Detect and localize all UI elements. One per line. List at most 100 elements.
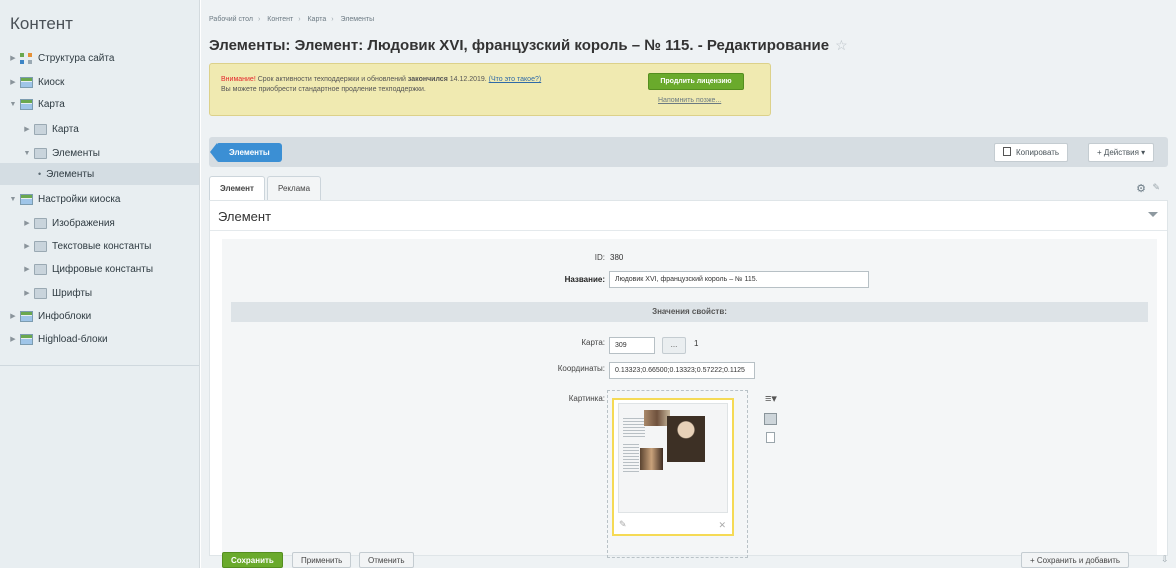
expand-arrow-icon[interactable]: ▶ [22, 289, 32, 297]
remove-x-icon[interactable]: ✕ [718, 520, 726, 531]
collapse-toggle-icon[interactable] [1148, 212, 1158, 217]
sidebar-title: Контент [10, 14, 73, 33]
image-icon[interactable] [764, 413, 777, 425]
sidebar-item-kiosk-settings[interactable]: ▼ Настройки киоска [0, 188, 199, 210]
name-label-text: Название: [564, 275, 605, 284]
expand-arrow-icon[interactable]: ▶ [22, 125, 32, 133]
tab-element[interactable]: Элемент [209, 176, 265, 200]
thumb-portrait [667, 416, 705, 462]
sidebar-item-images[interactable]: ▶ Изображения [0, 212, 199, 234]
remind-later-link[interactable]: Напомнить позже... [658, 97, 721, 104]
folder-icon [34, 147, 47, 159]
name-input[interactable]: Людовик XVI, французский король – № 115. [609, 271, 869, 288]
sidebar-item-kiosk[interactable]: ▶ Киоск [0, 71, 199, 93]
sidebar-item-label: Highload-блоки [38, 333, 108, 345]
extend-license-button[interactable]: Продлить лицензию [648, 73, 744, 90]
properties-header: Значения свойств: [231, 302, 1148, 322]
collapse-arrow-icon[interactable]: ▼ [8, 101, 18, 108]
coords-input[interactable]: 0.13323;0.66500;0.13323;0.57222;0.1125 [609, 362, 755, 379]
map-input[interactable]: 309 [609, 337, 655, 354]
picture-dropzone[interactable]: ✎ ✕ [607, 390, 748, 558]
sidebar-item-label: Киоск [38, 76, 65, 88]
sidebar-item-elements[interactable]: ▼ Элементы [0, 142, 199, 164]
copy-button[interactable]: Копировать [994, 143, 1069, 162]
actions-button[interactable]: + Действия ▾ [1088, 143, 1155, 162]
expand-arrow-icon[interactable]: ▶ [22, 242, 32, 250]
sidebar-item-label: Структура сайта [38, 52, 115, 64]
pin-icon[interactable]: ⇩ [1161, 554, 1169, 565]
save-and-add-button[interactable]: + Сохранить и добавить [1021, 552, 1130, 568]
sidebar-item-numeric-constants[interactable]: ▶ Цифровые константы [0, 258, 199, 280]
sidebar-item-label: Карта [52, 123, 79, 135]
notice-warning: Внимание! [221, 76, 256, 83]
sidebar-item-label: Цифровые константы [52, 263, 154, 275]
elements-back-button[interactable]: Элементы [210, 143, 282, 162]
id-value: 380 [610, 253, 624, 262]
page-title-text: Элементы: Элемент: Людовик XVI, французс… [209, 37, 830, 54]
pin-icon[interactable]: ✎ [1152, 182, 1160, 193]
main-content: Рабочий стол › Контент › Карта › Элементы Э… [201, 0, 1176, 568]
tab-advertising[interactable]: Реклама [267, 176, 322, 200]
notice-date: 14.12.2019. [447, 76, 489, 83]
sidebar-item-label: Изображения [52, 217, 115, 229]
infoblock-icon [20, 310, 33, 322]
save-button[interactable]: Сохранить [222, 552, 283, 568]
sidebar-item-map[interactable]: ▼ Карта [0, 93, 199, 115]
apply-button[interactable]: Применить [292, 552, 352, 568]
expand-arrow-icon[interactable]: ▶ [8, 78, 18, 86]
expand-arrow-icon[interactable]: ▶ [8, 312, 18, 320]
element-card: Элемент ID: 380 Название: Людовик XVI, ф… [209, 200, 1168, 558]
picture-preview[interactable]: ✎ ✕ [612, 398, 734, 536]
sidebar-item-fonts[interactable]: ▶ Шрифты [0, 282, 199, 304]
sidebar-item-label: Элементы [46, 168, 95, 180]
breadcrumb-item[interactable]: Контент [267, 16, 293, 23]
expand-arrow-icon[interactable]: ▶ [8, 54, 18, 62]
sidebar-item-label: Текстовые константы [52, 240, 152, 252]
picture-label: Картинка: [568, 394, 605, 403]
folder-icon [34, 287, 47, 299]
breadcrumb-item[interactable]: Карта [307, 16, 326, 23]
name-label: Название: [405, 275, 605, 284]
map-browse-button[interactable]: ... [662, 337, 686, 354]
edit-pencil-icon[interactable]: ✎ [619, 519, 627, 530]
map-label: Карта: [581, 338, 605, 347]
file-icon[interactable] [766, 432, 775, 443]
expand-arrow-icon[interactable]: ▶ [8, 335, 18, 343]
sidebar-item-label: Элементы [52, 147, 100, 159]
sidebar-item-site-structure[interactable]: ▶ Структура сайта [0, 47, 199, 69]
element-form: ID: 380 Название: Людовик XVI, французск… [222, 239, 1157, 558]
copy-icon [1003, 147, 1011, 156]
gear-icon[interactable]: ⚙ [1136, 182, 1146, 195]
kiosk-icon [20, 76, 33, 88]
favorite-star-icon[interactable]: ☆ [835, 37, 848, 53]
expand-arrow-icon[interactable]: ▶ [22, 219, 32, 227]
folder-icon [34, 217, 47, 229]
sidebar-item-text-constants[interactable]: ▶ Текстовые константы [0, 235, 199, 257]
picture-thumbnail [618, 403, 728, 513]
what-is-this-link[interactable]: (Что это такое?) [489, 76, 542, 83]
sidebar-item-elements-list[interactable]: • Элементы [0, 163, 199, 185]
breadcrumb-item[interactable]: Рабочий стол [209, 16, 253, 23]
sidebar-item-infoblocks[interactable]: ▶ Инфоблоки [0, 305, 199, 327]
chevron-right-icon: › [298, 16, 301, 23]
map-count: 1 [694, 339, 699, 348]
infoblock-icon [20, 333, 33, 345]
sidebar-item-label: Инфоблоки [38, 310, 92, 322]
sidebar: Контент ▶ Структура сайта ▶ Киоск ▼ Карт… [0, 0, 200, 568]
breadcrumb-item[interactable]: Элементы [341, 16, 375, 23]
collapse-arrow-icon[interactable]: ▼ [22, 150, 32, 157]
hamburger-menu-icon[interactable]: ≡▾ [759, 391, 783, 408]
sidebar-item-label: Шрифты [52, 287, 93, 299]
card-header[interactable]: Элемент [210, 201, 1167, 231]
cancel-button[interactable]: Отменить [359, 552, 414, 568]
sidebar-item-highload[interactable]: ▶ Highload-блоки [0, 328, 199, 350]
expand-arrow-icon[interactable]: ▶ [22, 265, 32, 273]
copy-label: Копировать [1016, 148, 1060, 157]
thumb-text-lines [623, 444, 639, 472]
notice-bold: закончился [407, 76, 448, 83]
collapse-arrow-icon[interactable]: ▼ [8, 196, 18, 203]
folder-icon [34, 263, 47, 275]
sidebar-item-map-sub[interactable]: ▶ Карта [0, 118, 199, 140]
kiosk-icon [20, 98, 33, 110]
thumb-text-lines [623, 418, 645, 438]
